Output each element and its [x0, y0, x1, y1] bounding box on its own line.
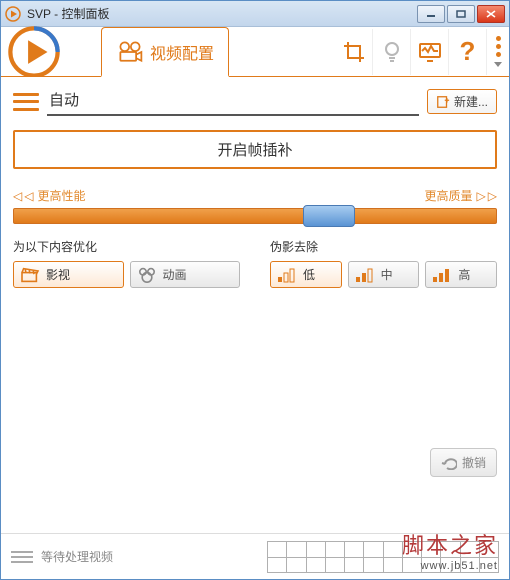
profile-row: 自动 新建... — [13, 87, 497, 116]
crop-icon — [342, 40, 366, 64]
monitor-button[interactable] — [411, 29, 449, 75]
enable-interpolation-button[interactable]: 开启帧插补 — [13, 130, 497, 169]
slider-labels: ◁◁ 更高性能 更高质量 ▷▷ — [13, 187, 497, 204]
artifact-group: 伪影去除 低 中 高 — [270, 238, 497, 288]
status-text: 等待处理视频 — [41, 548, 113, 565]
new-profile-button[interactable]: 新建... — [427, 89, 497, 114]
profile-select[interactable]: 自动 — [47, 87, 419, 116]
arrow-right-icon: ▷▷ — [477, 189, 497, 203]
quality-slider[interactable] — [13, 208, 497, 224]
maximize-button[interactable] — [447, 5, 475, 23]
statusbar: 等待处理视频 — [1, 533, 509, 579]
optimize-title: 为以下内容优化 — [13, 238, 240, 255]
bars-high-icon — [432, 267, 452, 283]
options-row: 为以下内容优化 影视 动画 伪影去除 低 — [13, 238, 497, 288]
help-button[interactable]: ? — [449, 29, 487, 75]
toolbar: 视频配置 ? — [1, 27, 509, 77]
undo-label: 撤销 — [462, 454, 486, 471]
hint-button[interactable] — [373, 29, 411, 75]
menu-button[interactable] — [487, 36, 509, 67]
lightbulb-icon — [380, 40, 404, 64]
artifact-title: 伪影去除 — [270, 238, 497, 255]
window-title: SVP - 控制面板 — [27, 5, 417, 22]
undo-icon — [441, 456, 457, 470]
camera-icon — [116, 38, 144, 66]
slider-right-label: 更高质量 — [425, 187, 473, 204]
new-icon — [436, 95, 450, 109]
artifact-mid-label: 中 — [381, 266, 393, 283]
arrow-left-icon: ◁◁ — [13, 189, 33, 203]
artifact-high-label: 高 — [458, 266, 470, 283]
new-profile-label: 新建... — [454, 93, 488, 110]
optimize-anime-button[interactable]: 动画 — [130, 261, 241, 288]
status-chart — [267, 541, 499, 573]
bars-low-icon — [277, 267, 297, 283]
optimize-anime-label: 动画 — [163, 266, 187, 283]
profile-menu-icon[interactable] — [13, 91, 39, 113]
monitor-icon — [418, 40, 442, 64]
tab-video-config[interactable]: 视频配置 — [101, 27, 229, 77]
slider-left-label: 更高性能 — [37, 187, 85, 204]
dot-icon — [496, 52, 501, 57]
bars-mid-icon — [355, 267, 375, 283]
dot-icon — [496, 44, 501, 49]
app-icon — [5, 6, 21, 22]
slider-thumb[interactable] — [303, 205, 355, 227]
clapboard-icon — [20, 267, 40, 283]
optimize-movie-button[interactable]: 影视 — [13, 261, 124, 288]
close-button[interactable] — [477, 5, 505, 23]
artifact-low-button[interactable]: 低 — [270, 261, 342, 288]
app-window: SVP - 控制面板 视频配置 ? — [0, 0, 510, 580]
undo-button[interactable]: 撤销 — [430, 448, 497, 477]
artifact-mid-button[interactable]: 中 — [348, 261, 420, 288]
minimize-button[interactable] — [417, 5, 445, 23]
status-menu-icon[interactable] — [11, 551, 33, 563]
artifact-low-label: 低 — [303, 266, 315, 283]
toolbar-icons: ? — [335, 27, 509, 76]
dot-icon — [496, 36, 501, 41]
app-logo-icon — [7, 25, 61, 79]
window-controls — [417, 5, 505, 23]
chevron-down-icon — [494, 62, 502, 67]
artifact-high-button[interactable]: 高 — [425, 261, 497, 288]
optimize-movie-label: 影视 — [46, 266, 70, 283]
mickey-icon — [137, 267, 157, 283]
content-area: 自动 新建... 开启帧插补 ◁◁ 更高性能 更高质量 ▷▷ 为以下内容优化 — [1, 77, 509, 533]
titlebar: SVP - 控制面板 — [1, 1, 509, 27]
optimize-group: 为以下内容优化 影视 动画 — [13, 238, 240, 288]
tab-label: 视频配置 — [150, 40, 214, 64]
crop-button[interactable] — [335, 29, 373, 75]
